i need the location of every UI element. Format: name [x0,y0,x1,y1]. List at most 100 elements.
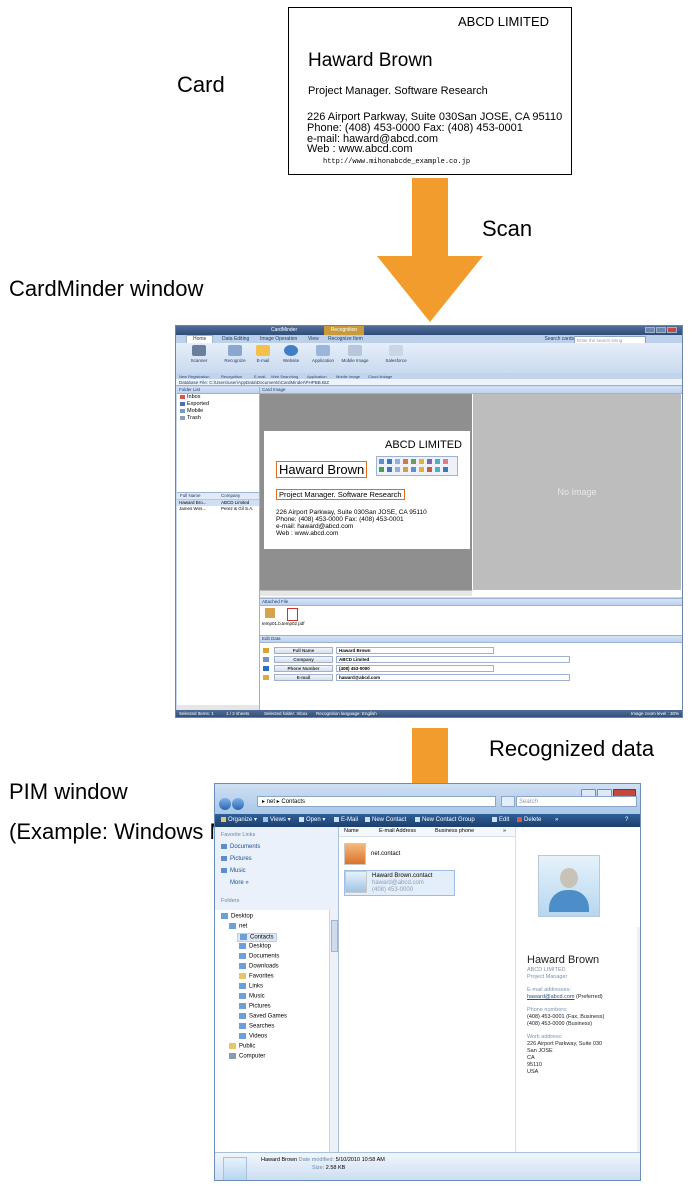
preview-email-link[interactable]: haward@abcd.com [527,994,574,1000]
salesforce-button[interactable]: Salesforce [381,345,411,363]
website-button[interactable]: Website [276,345,306,363]
card-title: Project Manager. Software Research [308,85,488,97]
tree-node[interactable]: Links [239,983,263,990]
close-button[interactable] [667,327,677,333]
preview-scrollbar[interactable] [637,927,640,1152]
new-contact-group-button[interactable]: New Contact Group [415,814,475,827]
refresh-button[interactable] [501,796,515,807]
tab-data-editing[interactable]: Data Editing [222,336,249,342]
organize-button[interactable]: Organize ▾ [221,814,257,827]
more-links[interactable]: More » [230,880,249,886]
tree-node[interactable]: Downloads [239,963,279,970]
back-arrow-icon[interactable] [219,797,231,810]
tree-node[interactable]: Desktop [239,943,271,950]
tree-node[interactable]: Saved Games [239,1013,287,1020]
card-image-scrollbar[interactable] [260,590,472,596]
tree-node[interactable]: Documents [239,953,279,960]
tab-view[interactable]: View [308,336,319,342]
field-label[interactable]: Company [274,656,333,663]
folder-mobile[interactable]: Mobile [177,408,259,415]
tree-scrollbar[interactable] [329,910,338,1152]
pdf-icon[interactable] [287,608,298,621]
col-company[interactable]: Company [221,493,240,499]
preview-phone-business: (408) 453-0000 (Business) [527,1021,593,1027]
edit-icon [492,816,497,822]
open-button[interactable]: Open ▾ [299,814,325,827]
field-value-full-name[interactable]: Haward Brown [336,647,494,654]
col-full-name[interactable]: Full Name [180,493,201,499]
field-label[interactable]: E-mail [274,674,333,681]
favorite-links-title: Favorite Links [221,832,256,838]
col-email-address[interactable]: E-mail Address [379,827,416,836]
forward-arrow-icon[interactable] [232,797,244,810]
tab-image-operation[interactable]: Image Operation [260,336,297,342]
scanner-icon [192,345,206,356]
field-label[interactable]: Phone Number [274,665,333,672]
email-button[interactable]: E-mail [248,345,278,363]
recognize-item-toolbox[interactable] [376,456,458,476]
card-name: Haward Brown [308,50,433,71]
edit-button[interactable]: Edit [492,814,509,827]
tree-node-selected[interactable]: Contacts [237,933,277,942]
favorite-link[interactable]: Documents [221,844,260,850]
views-button[interactable]: Views ▾ [263,814,291,827]
folder-trash[interactable]: Trash [177,415,259,422]
tree-node[interactable]: Videos [239,1033,267,1040]
recognize-button[interactable]: Recognize [220,345,250,363]
tab-recognize-item[interactable]: Recognize Item [328,336,363,342]
tree-node[interactable]: net [229,923,247,930]
folder-exported[interactable]: Exported [177,401,259,408]
tree-node[interactable]: Public [229,1043,255,1050]
status-folder: Selected folder: Inbox [264,711,308,716]
attachment-icon[interactable] [265,608,275,618]
list-item[interactable]: James Wos... Perez & Gil S.A. [177,506,259,512]
favorite-link[interactable]: Music [221,868,246,874]
new-contact-group-icon [415,816,420,822]
field-value-company[interactable]: ABCD Limited [336,656,570,663]
tree-node[interactable]: Searches [239,1023,274,1030]
address-bar[interactable]: ▸ net ▸ Contacts [257,796,496,807]
application-label: Application [311,358,334,363]
tab-home[interactable]: Home [186,335,214,343]
website-label: Website [282,358,300,363]
tree-node[interactable]: Favorites [239,973,274,980]
recognition-context-tab[interactable]: Recognition [324,326,364,335]
tree-node[interactable]: Pictures [239,1003,271,1010]
delete-button[interactable]: Delete [517,814,541,827]
application-button[interactable]: Application [308,345,338,363]
list-item-selected[interactable]: Haward Brown.contact haward@abcd.com (40… [344,870,455,896]
tree-node[interactable]: Computer [229,1053,265,1060]
list-item-name: net.contact [371,851,401,857]
search-input[interactable]: Search [516,796,637,807]
company-icon [263,657,269,662]
minimize-button[interactable] [645,327,655,333]
mobile-image-button[interactable]: Mobile Image [340,345,370,363]
scanned-name[interactable]: Haward Brown [276,461,368,478]
scanner-button[interactable]: Scanner [184,345,214,363]
maximize-button[interactable] [656,327,666,333]
email-button[interactable]: E-Mail [334,814,358,827]
favorite-link[interactable]: Pictures [221,856,252,862]
card-image-area[interactable]: ABCD LIMITED Haward Brown Project Manage… [260,394,472,590]
col-more[interactable]: » [503,827,506,836]
tree-node[interactable]: Desktop [221,913,253,920]
help-icon[interactable]: ? [625,814,628,827]
new-contact-button[interactable]: New Contact [365,814,406,827]
field-value-email[interactable]: haward@abcd.com [336,674,570,681]
col-business-phone[interactable]: Business phone [435,827,474,836]
col-name[interactable]: Name [344,827,359,836]
list-item[interactable]: net.contact [344,843,424,867]
scanned-title[interactable]: Project Manager. Software Research [276,489,405,500]
folder-inbox[interactable]: Inbox [177,394,259,401]
documents-icon [221,844,227,849]
favorite-link-label: Pictures [230,856,252,863]
field-value-phone[interactable]: (408) 453-0000 [336,665,494,672]
scrollbar-thumb[interactable] [331,920,338,952]
explorer-topbar: ▸ net ▸ Contacts Search [215,784,640,814]
attachment-name[interactable]: temp02.pdf [282,621,305,626]
folders-title[interactable]: Folders [221,898,239,904]
more-commands-button[interactable]: » [555,814,558,827]
edit-data-pane: Edit Data Full Name Haward Brown Company… [260,635,682,711]
tree-node[interactable]: Music [239,993,265,1000]
field-label[interactable]: Full Name [274,647,333,654]
